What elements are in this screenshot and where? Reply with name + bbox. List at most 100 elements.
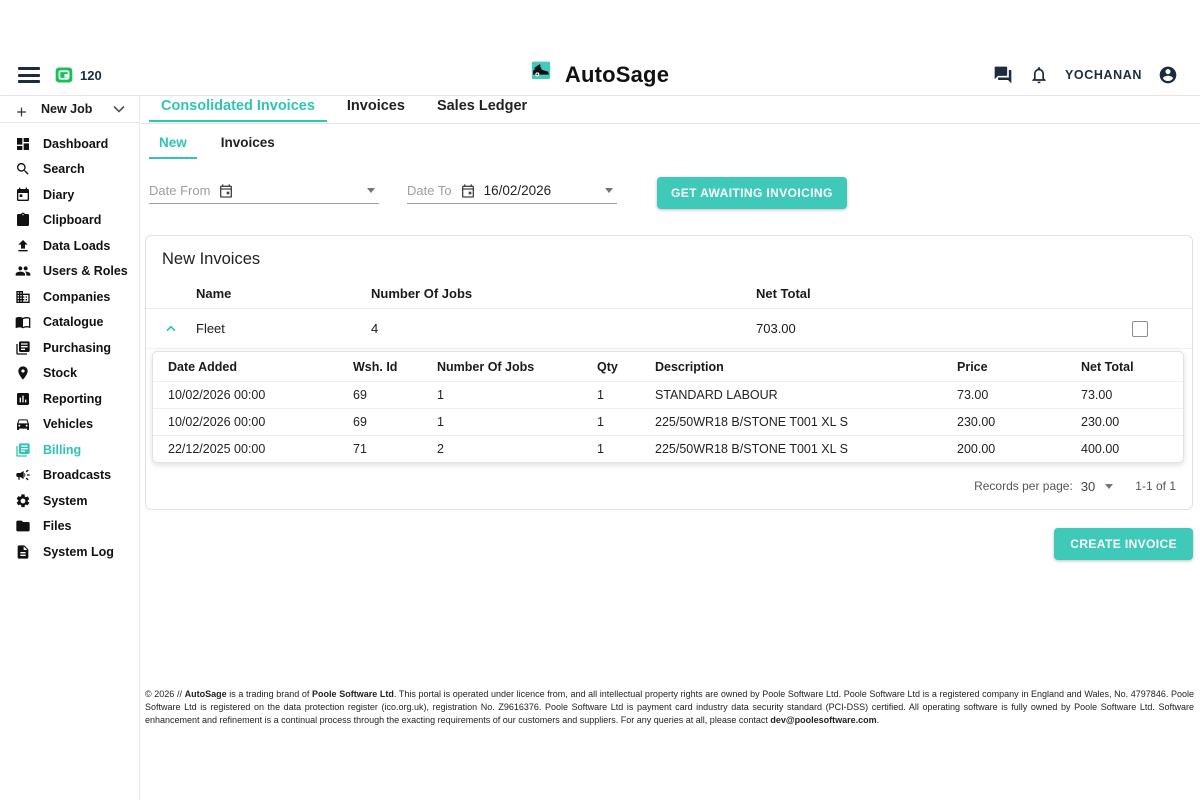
gear-icon xyxy=(14,492,31,509)
cell-net-total: 230.00 xyxy=(1066,415,1183,429)
date-to-field[interactable]: Date To 16/02/2026 xyxy=(407,183,617,204)
billing-icon xyxy=(14,441,31,458)
card-title: New Invoices xyxy=(146,236,1192,279)
tab-invoices[interactable]: Invoices xyxy=(335,96,417,120)
new-invoices-card: New Invoices Name Number Of Jobs Net Tot… xyxy=(145,235,1193,510)
app-header: 120 AutoSage YOCHANAN xyxy=(0,55,1200,95)
calendar-icon xyxy=(14,186,31,203)
dashboard-icon xyxy=(14,135,31,152)
cell-description: STANDARD LABOUR xyxy=(640,388,942,402)
subtab-new[interactable]: New xyxy=(149,133,197,159)
date-from-label: Date From xyxy=(149,183,210,198)
sidebar-item-broadcasts[interactable]: Broadcasts xyxy=(0,463,139,489)
cell-price: 200.00 xyxy=(942,442,1066,456)
group-row-checkbox[interactable] xyxy=(1132,321,1148,337)
column-header-wsh-id: Wsh. Id xyxy=(338,360,422,374)
sidebar-item-label: Stock xyxy=(43,366,77,380)
pagination-bar: Records per page: 30 1-1 of 1 xyxy=(146,469,1192,503)
plus-icon xyxy=(14,102,29,117)
detail-table-header: Date Added Wsh. Id Number Of Jobs Qty De… xyxy=(153,352,1183,381)
clipboard-icon xyxy=(14,212,31,229)
cell-net-total: 400.00 xyxy=(1066,442,1183,456)
new-job-button[interactable]: New Job xyxy=(0,96,139,123)
sidebar-item-diary[interactable]: Diary xyxy=(0,182,139,208)
table-row[interactable]: 10/02/2026 00:00 69 1 1 225/50WR18 B/STO… xyxy=(153,408,1183,435)
cell-description: 225/50WR18 B/STONE T001 XL S xyxy=(640,442,942,456)
get-awaiting-invoicing-button[interactable]: GET AWAITING INVOICING xyxy=(657,177,847,209)
sidebar-item-label: Companies xyxy=(43,290,110,304)
sidebar-item-dashboard[interactable]: Dashboard xyxy=(0,131,139,157)
building-icon xyxy=(14,288,31,305)
sidebar-item-system-log[interactable]: System Log xyxy=(0,539,139,565)
records-per-page-label: Records per page: xyxy=(974,479,1073,493)
cell-qty: 1 xyxy=(582,388,640,402)
sub-tabbar: New Invoices xyxy=(141,133,1200,159)
cell-qty: 1 xyxy=(582,442,640,456)
sidebar-item-stock[interactable]: Stock xyxy=(0,361,139,387)
group-net-total: 703.00 xyxy=(756,321,1132,336)
sidebar-item-vehicles[interactable]: Vehicles xyxy=(0,412,139,438)
messages-icon[interactable] xyxy=(993,65,1013,85)
cell-price: 230.00 xyxy=(942,415,1066,429)
invoice-detail-table: Date Added Wsh. Id Number Of Jobs Qty De… xyxy=(152,351,1184,463)
cell-date-added: 22/12/2025 00:00 xyxy=(153,442,338,456)
notifications-bell-icon[interactable] xyxy=(1029,65,1049,85)
cell-number-of-jobs: 1 xyxy=(422,388,582,402)
cell-net-total: 73.00 xyxy=(1066,388,1183,402)
sidebar-item-label: Diary xyxy=(43,188,74,202)
table-row[interactable]: 22/12/2025 00:00 71 2 1 225/50WR18 B/STO… xyxy=(153,435,1183,462)
document-icon xyxy=(14,543,31,560)
column-header-name: Name xyxy=(196,286,371,301)
column-header-date-added: Date Added xyxy=(153,360,338,374)
records-per-page-value[interactable]: 30 xyxy=(1081,479,1095,494)
invoice-group-row[interactable]: Fleet 4 703.00 xyxy=(146,309,1192,349)
subtab-invoices[interactable]: Invoices xyxy=(211,133,285,159)
date-from-field[interactable]: Date From xyxy=(149,183,379,204)
sidebar-item-data-loads[interactable]: Data Loads xyxy=(0,233,139,259)
chart-icon xyxy=(14,390,31,407)
sidebar-item-reporting[interactable]: Reporting xyxy=(0,386,139,412)
table-row[interactable]: 10/02/2026 00:00 69 1 1 STANDARD LABOUR … xyxy=(153,381,1183,408)
group-jobs: 4 xyxy=(371,321,756,336)
tab-consolidated-invoices[interactable]: Consolidated Invoices xyxy=(149,96,327,122)
current-user-name[interactable]: YOCHANAN xyxy=(1065,68,1142,82)
dropdown-caret-icon[interactable] xyxy=(367,188,375,193)
footer-brand: AutoSage xyxy=(185,689,227,699)
sidebar-item-clipboard[interactable]: Clipboard xyxy=(0,208,139,234)
invoice-table-header: Name Number Of Jobs Net Total xyxy=(146,279,1192,309)
hamburger-menu-icon[interactable] xyxy=(18,67,40,83)
sidebar-item-companies[interactable]: Companies xyxy=(0,284,139,310)
dropdown-caret-icon[interactable] xyxy=(605,188,613,193)
sidebar-item-files[interactable]: Files xyxy=(0,514,139,540)
search-icon xyxy=(14,161,31,178)
folder-icon xyxy=(14,518,31,535)
footer-text: . xyxy=(877,715,880,725)
brand-logo: AutoSage xyxy=(300,60,900,90)
calendar-icon[interactable] xyxy=(460,183,476,199)
footer-company: Poole Software Ltd xyxy=(312,689,394,699)
column-header-qty: Qty xyxy=(582,360,640,374)
car-icon xyxy=(14,416,31,433)
tab-sales-ledger[interactable]: Sales Ledger xyxy=(425,96,539,120)
sidebar-item-search[interactable]: Search xyxy=(0,157,139,183)
sidebar-item-system[interactable]: System xyxy=(0,488,139,514)
upload-icon xyxy=(14,237,31,254)
create-invoice-button[interactable]: CREATE INVOICE xyxy=(1054,528,1193,560)
date-to-label: Date To xyxy=(407,183,452,198)
filter-row: Date From Date To 16/02/2026 GET AWAITIN… xyxy=(149,177,1200,209)
pin-icon xyxy=(14,365,31,382)
sidebar-item-billing[interactable]: Billing xyxy=(0,437,139,463)
records-per-page-caret-icon[interactable] xyxy=(1105,484,1113,489)
sidebar-item-label: Search xyxy=(43,162,85,176)
sidebar-item-catalogue[interactable]: Catalogue xyxy=(0,310,139,336)
sidebar-item-label: Clipboard xyxy=(43,213,101,227)
sidebar-item-purchasing[interactable]: Purchasing xyxy=(0,335,139,361)
collapse-chevron-up-icon[interactable] xyxy=(146,321,196,337)
footer-text: is a trading brand of xyxy=(227,689,312,699)
footer-contact-email: dev@poolesoftware.com xyxy=(770,715,876,725)
date-to-value: 16/02/2026 xyxy=(484,183,552,198)
group-name: Fleet xyxy=(196,321,371,336)
account-avatar-icon[interactable] xyxy=(1158,65,1178,85)
sidebar-item-users-roles[interactable]: Users & Roles xyxy=(0,259,139,285)
calendar-icon[interactable] xyxy=(218,183,234,199)
